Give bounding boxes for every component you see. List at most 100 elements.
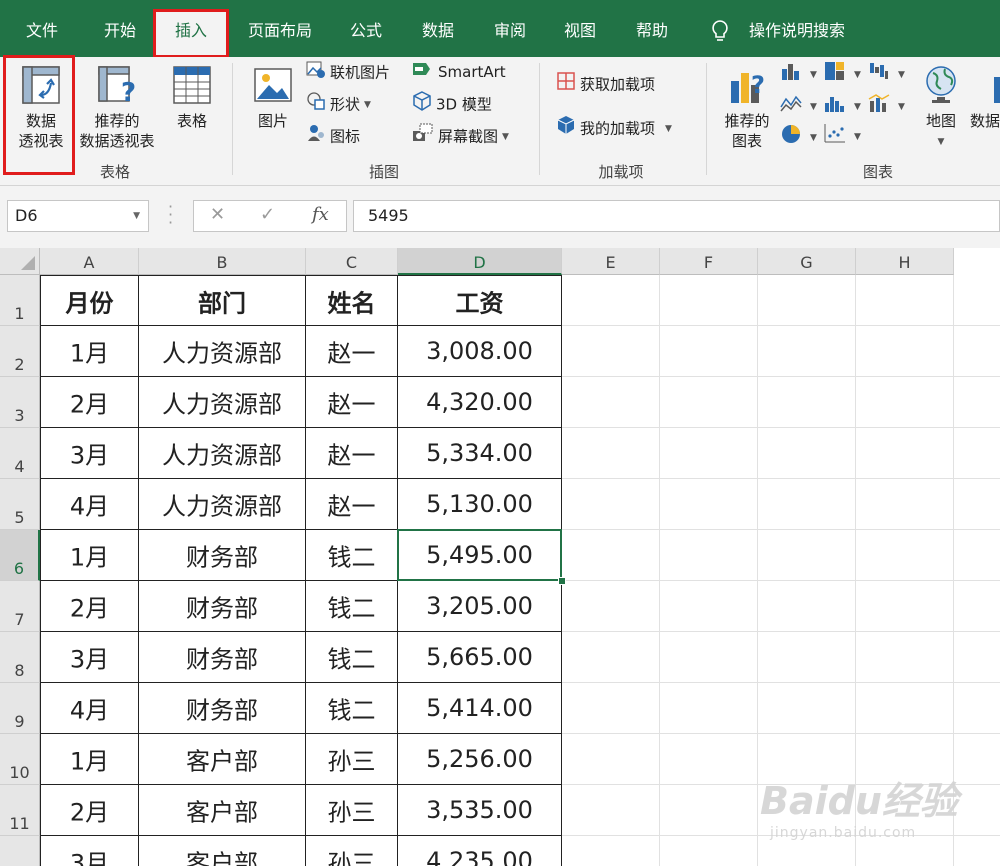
column-header-c[interactable]: C xyxy=(306,248,398,275)
empty-cell[interactable] xyxy=(660,530,758,581)
fill-handle[interactable] xyxy=(558,577,566,585)
table-cell[interactable]: 4月 xyxy=(40,479,139,530)
column-header-b[interactable]: B xyxy=(139,248,306,275)
empty-cell[interactable] xyxy=(660,479,758,530)
empty-cell[interactable] xyxy=(856,428,954,479)
tab-home[interactable]: 开始 xyxy=(92,12,148,48)
name-box[interactable]: D6 ▼ xyxy=(7,200,149,232)
table-header-cell[interactable]: 工资 xyxy=(398,275,562,326)
empty-cell[interactable] xyxy=(660,377,758,428)
line-chart-button[interactable]: ▼ xyxy=(780,93,817,119)
empty-cell[interactable] xyxy=(660,734,758,785)
my-addins-button[interactable]: 我的加载项 ▼ xyxy=(556,115,672,141)
empty-cell[interactable] xyxy=(856,326,954,377)
row-header-partial[interactable] xyxy=(0,836,40,866)
cancel-icon[interactable]: ✕ xyxy=(210,204,225,225)
table-cell[interactable]: 客户部 xyxy=(139,785,306,836)
empty-cell[interactable] xyxy=(562,428,660,479)
table-cell[interactable]: 财务部 xyxy=(139,683,306,734)
recommended-charts-button[interactable]: ? 推荐的 图表 xyxy=(716,59,778,151)
table-cell[interactable]: 5,495.00 xyxy=(398,530,562,581)
empty-cell[interactable] xyxy=(954,632,1000,683)
table-cell[interactable]: 1月 xyxy=(40,734,139,785)
empty-cell[interactable] xyxy=(758,428,856,479)
screenshot-button[interactable]: 屏幕截图 ▼ xyxy=(412,123,509,149)
empty-cell[interactable] xyxy=(660,581,758,632)
column-header-g[interactable]: G xyxy=(758,248,856,275)
table-header-cell[interactable]: 姓名 xyxy=(306,275,398,326)
table-cell[interactable]: 人力资源部 xyxy=(139,479,306,530)
row-header-5[interactable]: 5 xyxy=(0,479,40,530)
table-cell[interactable]: 孙三 xyxy=(306,785,398,836)
table-cell[interactable]: 4,235.00 xyxy=(398,836,562,866)
empty-cell[interactable] xyxy=(758,632,856,683)
empty-cell[interactable] xyxy=(856,632,954,683)
row-header-7[interactable]: 7 xyxy=(0,581,40,632)
empty-cell[interactable] xyxy=(758,581,856,632)
select-all-button[interactable] xyxy=(0,248,40,275)
chevron-down-icon[interactable]: ▼ xyxy=(133,201,140,231)
table-button[interactable]: 表格 xyxy=(162,59,222,131)
table-cell[interactable]: 人力资源部 xyxy=(139,428,306,479)
empty-cell[interactable] xyxy=(660,275,758,326)
empty-cell[interactable] xyxy=(660,785,758,836)
tab-formulas[interactable]: 公式 xyxy=(338,12,394,48)
empty-cell[interactable] xyxy=(954,785,1000,836)
table-cell[interactable]: 钱二 xyxy=(306,530,398,581)
recommended-pivot-button[interactable]: ? 推荐的 数据透视表 xyxy=(74,59,160,151)
table-cell[interactable]: 2月 xyxy=(40,785,139,836)
tab-page-layout[interactable]: 页面布局 xyxy=(238,12,322,48)
pie-chart-button[interactable]: ▼ xyxy=(780,123,817,149)
table-cell[interactable]: 3月 xyxy=(40,632,139,683)
table-header-cell[interactable]: 部门 xyxy=(139,275,306,326)
empty-cell[interactable] xyxy=(954,530,1000,581)
table-cell[interactable]: 钱二 xyxy=(306,632,398,683)
row-header-4[interactable]: 4 xyxy=(0,428,40,479)
table-cell[interactable]: 钱二 xyxy=(306,581,398,632)
empty-cell[interactable] xyxy=(954,428,1000,479)
table-cell[interactable]: 3,205.00 xyxy=(398,581,562,632)
get-addins-button[interactable]: 获取加载项 xyxy=(556,71,655,97)
table-cell[interactable]: 赵一 xyxy=(306,479,398,530)
pictures-button[interactable]: 图片 xyxy=(246,59,300,131)
table-cell[interactable]: 5,414.00 xyxy=(398,683,562,734)
empty-cell[interactable] xyxy=(660,836,758,866)
drag-handle-icon[interactable]: · · · xyxy=(168,199,173,231)
table-cell[interactable]: 3,008.00 xyxy=(398,326,562,377)
tell-me-search[interactable]: 操作说明搜索 xyxy=(742,12,852,48)
column-header-d[interactable]: D xyxy=(398,248,562,275)
statistic-chart-button[interactable]: ▼ xyxy=(824,93,861,119)
empty-cell[interactable] xyxy=(562,785,660,836)
empty-cell[interactable] xyxy=(954,377,1000,428)
table-cell[interactable]: 3月 xyxy=(40,428,139,479)
table-cell[interactable]: 1月 xyxy=(40,530,139,581)
table-cell[interactable]: 4月 xyxy=(40,683,139,734)
table-cell[interactable]: 3,535.00 xyxy=(398,785,562,836)
table-cell[interactable]: 1月 xyxy=(40,326,139,377)
3d-models-button[interactable]: 3D 模型 xyxy=(412,91,492,117)
empty-cell[interactable] xyxy=(660,632,758,683)
row-header-2[interactable]: 2 xyxy=(0,326,40,377)
table-cell[interactable]: 客户部 xyxy=(139,734,306,785)
empty-cell[interactable] xyxy=(562,326,660,377)
table-cell[interactable]: 5,334.00 xyxy=(398,428,562,479)
online-pictures-button[interactable]: 联机图片 xyxy=(306,59,390,85)
row-header-3[interactable]: 3 xyxy=(0,377,40,428)
table-cell[interactable]: 2月 xyxy=(40,377,139,428)
pivot-chart-button[interactable]: 数据 xyxy=(970,59,1000,131)
table-cell[interactable]: 5,256.00 xyxy=(398,734,562,785)
empty-cell[interactable] xyxy=(856,275,954,326)
column-chart-button[interactable]: ▼ xyxy=(780,61,817,87)
icons-button[interactable]: 图标 xyxy=(306,123,360,149)
empty-cell[interactable] xyxy=(954,275,1000,326)
table-cell[interactable]: 4,320.00 xyxy=(398,377,562,428)
waterfall-chart-button[interactable]: ▼ xyxy=(868,61,905,87)
row-header-8[interactable]: 8 xyxy=(0,632,40,683)
tab-insert[interactable]: 插入 xyxy=(156,10,226,57)
empty-cell[interactable] xyxy=(758,683,856,734)
row-header-11[interactable]: 11 xyxy=(0,785,40,836)
empty-cell[interactable] xyxy=(562,275,660,326)
table-cell[interactable]: 人力资源部 xyxy=(139,377,306,428)
table-cell[interactable]: 人力资源部 xyxy=(139,326,306,377)
empty-cell[interactable] xyxy=(954,479,1000,530)
